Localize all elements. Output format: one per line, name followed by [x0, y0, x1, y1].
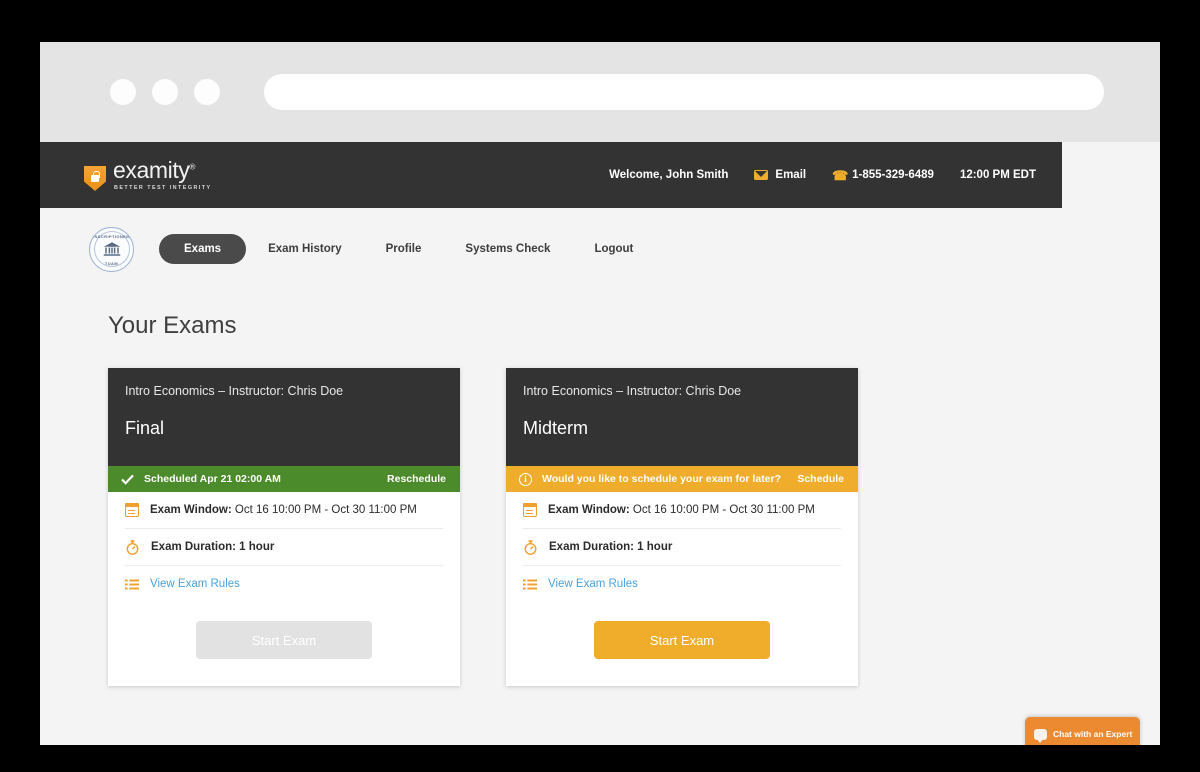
- exam-card-body: Exam Window: Oct 16 10:00 PM - Oct 30 11…: [108, 492, 460, 602]
- window-controls: [110, 79, 220, 105]
- browser-chrome: [40, 42, 1160, 142]
- email-link[interactable]: Email: [754, 169, 806, 181]
- exam-window-value: Oct 16 10:00 PM - Oct 30 11:00 PM: [632, 504, 815, 516]
- exam-rules-row: View Exam Rules: [125, 566, 443, 602]
- nav-item-exam-history[interactable]: Exam History: [246, 234, 364, 264]
- exam-duration-text: Exam Duration: 1 hour: [549, 541, 672, 553]
- status-left-group: i Would you like to schedule your exam f…: [519, 472, 782, 486]
- exam-card: Intro Economics – Instructor: Chris Doe …: [506, 368, 858, 686]
- stopwatch-icon: [126, 539, 139, 555]
- page-title: Your Exams: [108, 312, 237, 339]
- welcome-text: Welcome, John Smith: [609, 169, 729, 181]
- exam-card-header: Intro Economics – Instructor: Chris Doe …: [108, 368, 460, 466]
- exam-duration-text: Exam Duration: 1 hour: [151, 541, 274, 553]
- chat-widget-label: Chat with an Expert: [1053, 729, 1133, 739]
- exam-duration-row: Exam Duration: 1 hour: [125, 529, 443, 566]
- phone-text: 1-855-329-6489: [852, 169, 934, 181]
- url-input[interactable]: [264, 74, 1104, 110]
- status-text: Scheduled Apr 21 02:00 AM: [144, 473, 281, 485]
- registered-mark: ®: [189, 162, 195, 172]
- seal-text-bottom: TUAM: [104, 260, 119, 266]
- view-exam-rules-link[interactable]: View Exam Rules: [548, 578, 638, 590]
- nav-item-systems-check[interactable]: Systems Check: [443, 234, 572, 264]
- exam-window-text: Exam Window: Oct 16 10:00 PM - Oct 30 11…: [150, 504, 417, 516]
- browser-window: examity® BETTER TEST INTEGRITY Welcome, …: [40, 42, 1160, 745]
- checkmark-icon: [121, 474, 134, 485]
- exam-window-label: Exam Window:: [548, 504, 630, 516]
- page-viewport: examity® BETTER TEST INTEGRITY Welcome, …: [40, 142, 1160, 745]
- exam-card-body: Exam Window: Oct 16 10:00 PM - Oct 30 11…: [506, 492, 858, 602]
- welcome-message: Welcome, John Smith: [609, 169, 728, 181]
- start-exam-button[interactable]: Start Exam: [196, 621, 372, 659]
- info-icon: i: [519, 472, 532, 486]
- status-text: Would you like to schedule your exam for…: [542, 473, 782, 485]
- exam-name: Final: [125, 418, 165, 438]
- bank-building-icon: [103, 242, 120, 256]
- examity-logo[interactable]: examity® BETTER TEST INTEGRITY: [84, 159, 212, 191]
- calendar-icon: [522, 502, 538, 517]
- exam-window-row: Exam Window: Oct 16 10:00 PM - Oct 30 11…: [124, 492, 443, 529]
- nav-items: Exams Exam History Profile Systems Check…: [159, 234, 655, 264]
- close-button[interactable]: [110, 79, 136, 105]
- status-left-group: Scheduled Apr 21 02:00 AM: [121, 473, 281, 485]
- exam-window-row: Exam Window: Oct 16 10:00 PM - Oct 30 11…: [522, 492, 841, 529]
- exam-card-header: Intro Economics – Instructor: Chris Doe …: [506, 368, 858, 466]
- reschedule-link[interactable]: Reschedule: [387, 473, 446, 485]
- exam-duration-label: Exam Duration: 1 hour: [549, 541, 673, 553]
- exam-card-list: Intro Economics – Instructor: Chris Doe …: [108, 368, 1062, 686]
- logo-word-text: examity: [113, 157, 190, 183]
- chat-with-expert-widget[interactable]: Chat with an Expert: [1025, 717, 1140, 745]
- institution-seal-logo: INSCRIPTIONEM TUAM: [89, 226, 134, 272]
- nav-item-logout[interactable]: Logout: [572, 234, 655, 264]
- exam-duration-label: Exam Duration: 1 hour: [151, 541, 275, 553]
- logo-wordmark: examity®: [113, 159, 212, 182]
- time-text: 12:00 PM EDT: [959, 169, 1036, 181]
- seal-text-top: INSCRIPTIONEM: [93, 233, 130, 239]
- header-utility-nav: Welcome, John Smith Email ☎ 1-855-329-64…: [609, 169, 1036, 182]
- stopwatch-icon: [524, 539, 537, 555]
- exam-card: Intro Economics – Instructor: Chris Doe …: [108, 368, 460, 686]
- nav-item-profile[interactable]: Profile: [364, 234, 444, 264]
- envelope-icon: [754, 170, 769, 180]
- calendar-icon: [124, 502, 140, 517]
- exam-window-label: Exam Window:: [150, 504, 232, 516]
- current-time: 12:00 PM EDT: [960, 169, 1036, 181]
- exam-rules-row: View Exam Rules: [523, 566, 841, 602]
- minimize-button[interactable]: [152, 79, 178, 105]
- phone-number[interactable]: ☎ 1-855-329-6489: [832, 169, 934, 182]
- exam-window-value: Oct 16 10:00 PM - Oct 30 11:00 PM: [234, 504, 417, 516]
- logo-text: examity® BETTER TEST INTEGRITY: [113, 159, 212, 192]
- phone-icon: ☎: [832, 167, 849, 183]
- chat-bubble-icon: [1034, 728, 1047, 743]
- exam-status-bar: i Would you like to schedule your exam f…: [506, 466, 858, 492]
- start-exam-button[interactable]: Start Exam: [594, 621, 770, 659]
- main-nav-bar: INSCRIPTIONEM TUAM Exams Exam History Pr…: [40, 208, 1062, 290]
- logo-tagline: BETTER TEST INTEGRITY: [114, 185, 212, 191]
- exam-status-bar: Scheduled Apr 21 02:00 AM Reschedule: [108, 466, 460, 492]
- schedule-link[interactable]: Schedule: [797, 473, 844, 485]
- exam-duration-row: Exam Duration: 1 hour: [523, 529, 841, 566]
- view-exam-rules-link[interactable]: View Exam Rules: [150, 578, 240, 590]
- main-content: Your Exams Intro Economics – Instructor:…: [40, 290, 1062, 686]
- exam-course-instructor: Intro Economics – Instructor: Chris Doe: [523, 384, 742, 398]
- nav-item-exams[interactable]: Exams: [159, 234, 247, 264]
- exam-window-text: Exam Window: Oct 16 10:00 PM - Oct 30 11…: [548, 504, 815, 516]
- site-header: examity® BETTER TEST INTEGRITY Welcome, …: [40, 142, 1062, 208]
- exam-card-footer: Start Exam: [108, 602, 460, 686]
- exam-course-instructor: Intro Economics – Instructor: Chris Doe: [125, 384, 344, 398]
- exam-name: Midterm: [523, 418, 589, 438]
- shield-lock-icon: [84, 166, 106, 191]
- list-icon: [523, 579, 537, 589]
- list-icon: [125, 579, 139, 589]
- email-label: Email: [775, 169, 807, 181]
- exam-card-footer: Start Exam: [506, 602, 858, 686]
- maximize-button[interactable]: [194, 79, 220, 105]
